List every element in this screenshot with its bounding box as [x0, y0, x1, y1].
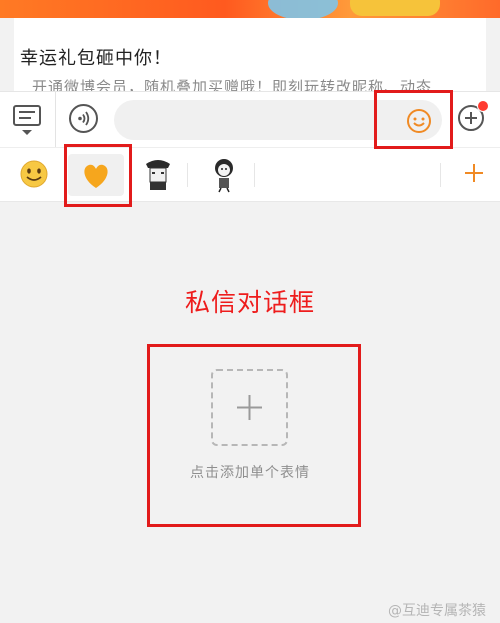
annotation-label: 私信对话框	[184, 288, 315, 317]
menu-toggle-button[interactable]	[0, 92, 56, 147]
emoji-category-character[interactable]	[204, 148, 244, 201]
category-divider	[254, 163, 255, 187]
banner-decoration	[268, 0, 338, 20]
category-divider	[187, 163, 188, 187]
watermark-text: @互迪专属茶猿	[388, 603, 486, 619]
officer-sticker-icon	[146, 160, 170, 190]
character-sticker-icon	[215, 159, 233, 193]
promo-card-title: 幸运礼包砸中你！	[20, 48, 172, 69]
smiley-emoji-icon	[20, 160, 48, 188]
category-divider	[440, 163, 441, 187]
voice-icon	[78, 111, 90, 126]
highlight-box-heart-category	[64, 144, 132, 207]
add-sticker-button[interactable]	[211, 369, 288, 446]
notification-dot	[477, 100, 489, 112]
voice-input-button[interactable]	[69, 104, 98, 133]
add-sticker-hint: 点击添加单个表情	[190, 465, 310, 481]
keyboard-menu-icon	[13, 105, 41, 135]
add-emoji-category-icon[interactable]	[462, 161, 486, 185]
emoji-category-officer[interactable]	[138, 148, 178, 201]
banner-decoration	[350, 0, 440, 16]
promo-banner-image[interactable]	[0, 0, 500, 20]
emoji-category-smiley[interactable]	[14, 148, 54, 201]
plus-icon	[237, 395, 262, 420]
highlight-box-emoji-button	[374, 90, 453, 149]
